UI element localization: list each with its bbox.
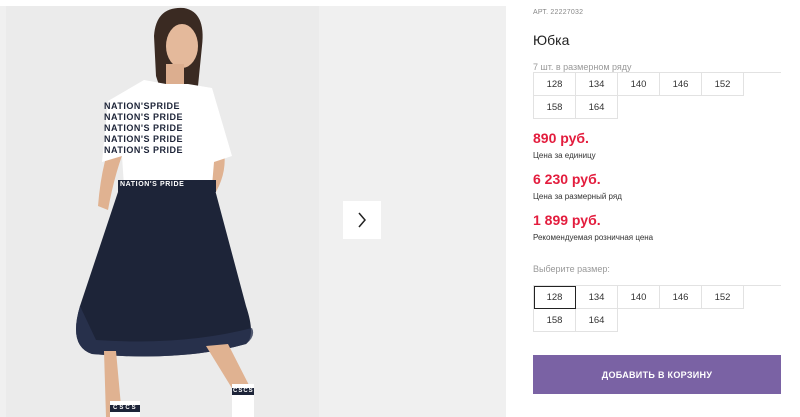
article-number: АРТ. 22227032 [533,9,584,16]
size-option[interactable]: 140 [618,286,660,309]
size-range-cell: 158 [534,96,576,119]
size-range-cell: 152 [702,73,744,96]
size-range-cell: 134 [576,73,618,96]
shirt-text-line: NATION'SPRIDE [104,101,180,111]
retail-price-note: Рекомендуемая розничная цена [533,233,654,242]
product-title: Юбка [533,32,570,48]
range-price-note: Цена за размерный ряд [533,192,622,201]
shirt-text-line: NATION'S PRIDE [104,145,183,155]
shirt-text-line: NATION'S PRIDE [104,112,183,122]
product-photo: NATION'SPRIDE NATION'S PRIDE NATION'S PR… [6,6,319,417]
waistband-text: NATION'S PRIDE [120,181,185,188]
model-illustration [6,6,319,417]
unit-price-note: Цена за единицу [533,151,596,160]
size-range-cell: 128 [534,73,576,96]
size-option-selected[interactable]: 128 [534,286,576,309]
unit-price: 890 руб. [533,130,589,146]
size-option[interactable]: 146 [660,286,702,309]
shirt-print: NATION'SPRIDE NATION'S PRIDE NATION'S PR… [104,101,214,156]
chevron-right-icon [358,212,366,228]
size-option[interactable]: 134 [576,286,618,309]
add-to-cart-button[interactable]: ДОБАВИТЬ В КОРЗИНУ [533,355,781,394]
sock-text: CSCS [233,388,254,394]
range-count-label: 7 шт. в размерном ряду [533,62,632,72]
product-gallery: NATION'SPRIDE NATION'S PRIDE NATION'S PR… [0,6,506,417]
choose-size-label: Выберите размер: [533,264,610,274]
next-image-button[interactable] [343,201,381,239]
sock-text: CSCS [113,405,138,411]
size-range-cell: 164 [576,96,618,119]
shirt-text-line: NATION'S PRIDE [104,123,183,133]
retail-price: 1 899 руб. [533,212,601,228]
size-range-grid: 128 134 140 146 152 158 164 [533,72,781,119]
size-range-cell: 140 [618,73,660,96]
size-range-cell: 146 [660,73,702,96]
shirt-text-line: NATION'S PRIDE [104,134,183,144]
size-option[interactable]: 158 [534,309,576,332]
size-option[interactable]: 152 [702,286,744,309]
size-option[interactable]: 164 [576,309,618,332]
range-price: 6 230 руб. [533,171,601,187]
size-selector: 128 134 140 146 152 158 164 [533,285,781,332]
